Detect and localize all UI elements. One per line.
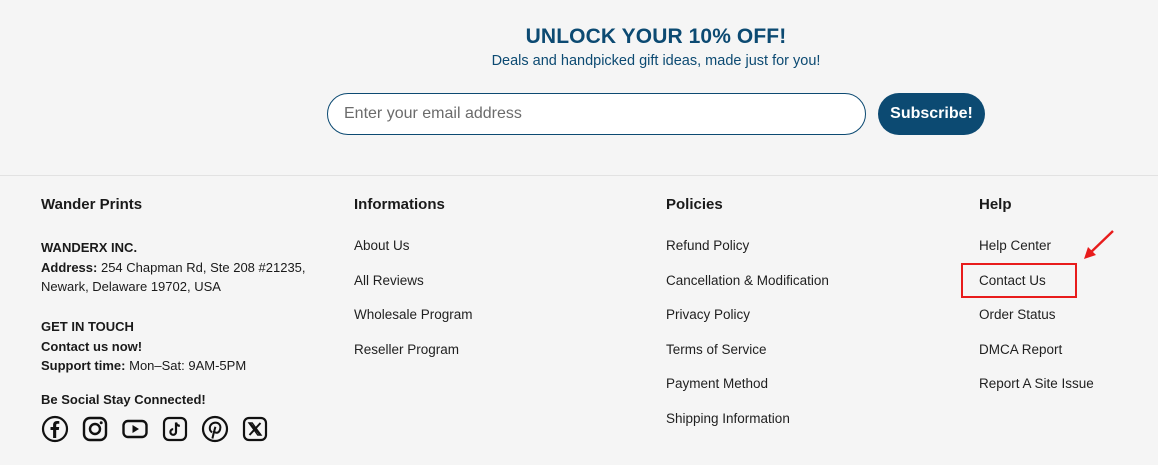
informations-column: Informations About Us All Reviews Wholes… — [354, 196, 634, 357]
address-label: Address: — [41, 259, 98, 275]
link-report-site-issue[interactable]: Report A Site Issue — [979, 376, 1094, 411]
link-label[interactable]: Privacy Policy — [666, 307, 750, 322]
link-label[interactable]: Shipping Information — [666, 411, 790, 426]
link-label[interactable]: Order Status — [979, 307, 1056, 322]
x-icon[interactable] — [241, 415, 269, 443]
informations-title: Informations — [354, 196, 445, 213]
youtube-icon[interactable] — [121, 415, 149, 443]
annotation-arrow-icon — [1084, 230, 1114, 259]
link-shipping-information[interactable]: Shipping Information — [666, 411, 829, 446]
instagram-icon[interactable] — [81, 415, 109, 443]
address-line1: 254 Chapman Rd, Ste 208 #21235, — [97, 259, 306, 275]
newsletter-title: UNLOCK YOUR 10% OFF! — [525, 25, 787, 48]
link-terms-of-service[interactable]: Terms of Service — [666, 342, 829, 377]
link-wholesale-program[interactable]: Wholesale Program — [354, 307, 473, 342]
link-label[interactable]: DMCA Report — [979, 342, 1062, 357]
link-label[interactable]: Terms of Service — [666, 342, 767, 357]
get-in-touch-title: GET IN TOUCH — [41, 319, 134, 334]
link-order-status[interactable]: Order Status — [979, 307, 1094, 342]
link-label[interactable]: Report A Site Issue — [979, 376, 1094, 391]
policies-links: Refund Policy Cancellation & Modificatio… — [666, 238, 829, 446]
company-address: Address: 254 Chapman Rd, Ste 208 #21235, — [41, 258, 306, 278]
get-in-touch: GET IN TOUCH Contact us now! Support tim… — [41, 317, 246, 376]
informations-links: About Us All Reviews Wholesale Program R… — [354, 238, 473, 376]
social-title: Be Social Stay Connected! — [41, 392, 206, 407]
facebook-icon[interactable] — [41, 415, 69, 443]
link-all-reviews[interactable]: All Reviews — [354, 273, 473, 308]
subscribe-button[interactable]: Subscribe! — [878, 93, 985, 135]
link-payment-method[interactable]: Payment Method — [666, 376, 829, 411]
social-icons — [41, 415, 269, 443]
link-cancellation-modification[interactable]: Cancellation & Modification — [666, 273, 829, 308]
support-time: Support time: Mon–Sat: 9AM-5PM — [41, 356, 246, 376]
link-reseller-program[interactable]: Reseller Program — [354, 342, 473, 377]
link-label[interactable]: Wholesale Program — [354, 307, 473, 322]
contact-us-highlight-box — [961, 263, 1077, 298]
newsletter-subtitle: Deals and handpicked gift ideas, made ju… — [491, 53, 821, 69]
company-name: WANDERX INC. — [41, 240, 138, 255]
newsletter-section: UNLOCK YOUR 10% OFF! Deals and handpicke… — [0, 0, 1158, 175]
company-column-title: Wander Prints — [41, 196, 143, 213]
tiktok-icon[interactable] — [161, 415, 189, 443]
link-label[interactable]: Help Center — [979, 238, 1051, 253]
support-value: Mon–Sat: 9AM-5PM — [125, 358, 247, 373]
link-refund-policy[interactable]: Refund Policy — [666, 238, 829, 273]
email-input[interactable] — [327, 93, 866, 135]
link-about-us[interactable]: About Us — [354, 238, 473, 273]
link-dmca-report[interactable]: DMCA Report — [979, 342, 1094, 377]
policies-column: Policies Refund Policy Cancellation & Mo… — [666, 196, 946, 426]
link-privacy-policy[interactable]: Privacy Policy — [666, 307, 829, 342]
link-label[interactable]: All Reviews — [354, 273, 424, 288]
link-label[interactable]: About Us — [354, 238, 410, 253]
company-info: WANDERX INC. Address: 254 Chapman Rd, St… — [41, 238, 306, 297]
footer-divider — [0, 175, 1158, 176]
link-label[interactable]: Payment Method — [666, 376, 768, 391]
company-column: Wander Prints WANDERX INC. Address: 254 … — [41, 196, 341, 443]
link-label[interactable]: Reseller Program — [354, 342, 459, 357]
contact-now-link[interactable]: Contact us now! — [41, 337, 246, 357]
help-title: Help — [979, 196, 1012, 213]
help-column: Help Help Center Contact Us Order Status… — [979, 196, 1149, 391]
link-label[interactable]: Cancellation & Modification — [666, 273, 829, 288]
policies-title: Policies — [666, 196, 723, 213]
link-label[interactable]: Refund Policy — [666, 238, 749, 253]
support-label: Support time: — [41, 358, 126, 373]
address-line2: Newark, Delaware 19702, USA — [41, 279, 221, 294]
pinterest-icon[interactable] — [201, 415, 229, 443]
